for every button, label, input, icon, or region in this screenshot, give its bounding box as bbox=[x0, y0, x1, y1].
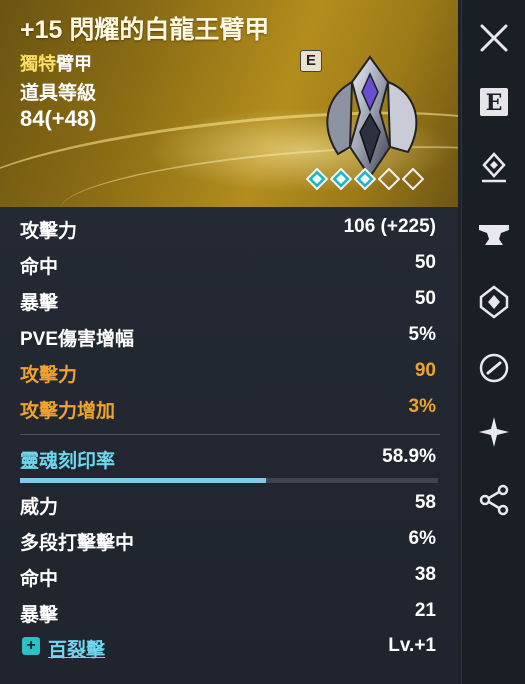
star-burst-icon bbox=[479, 417, 509, 447]
stat-label: 暴擊 bbox=[20, 293, 59, 314]
stat-row: 暴擊 50 bbox=[0, 282, 458, 318]
soul-stats-list: 威力 58 多段打擊擊中 6% 命中 38 暴擊 21 bbox=[0, 486, 458, 630]
stat-value: 38 bbox=[414, 564, 436, 585]
stat-value: 3% bbox=[408, 396, 436, 417]
item-tooltip-panel: +15 閃耀的白龍王臂甲 獨特臂甲 道具等級 84(+48) E 攻擊力 106 … bbox=[0, 0, 458, 684]
stat-label: 威力 bbox=[20, 497, 59, 518]
stat-value: 21 bbox=[414, 600, 436, 621]
soul-engrave-label: 靈魂刻印率 bbox=[20, 451, 116, 472]
base-stats-list: 攻擊力 106 (+225) 命中 50 暴擊 50 PVE傷害增幅 5% 攻擊力 90 攻擊力增加… bbox=[0, 210, 458, 426]
stats-divider bbox=[20, 434, 440, 435]
star-enhance-button[interactable] bbox=[474, 412, 514, 452]
stat-label: 命中 bbox=[20, 257, 59, 278]
stat-value: 50 bbox=[414, 288, 436, 309]
item-level-value: 84(+48) bbox=[20, 106, 97, 131]
stat-value: 50 bbox=[414, 252, 436, 273]
stat-label: 多段打擊擊中 bbox=[20, 533, 135, 554]
item-rarity: 獨特臂甲 bbox=[20, 50, 92, 76]
stat-value: 90 bbox=[414, 360, 436, 381]
transcend-button[interactable] bbox=[474, 282, 514, 322]
soul-engrave-value: 58.9% bbox=[382, 446, 436, 467]
stat-row: PVE傷害增幅 5% bbox=[0, 318, 458, 354]
rarity-grade: 獨特 bbox=[20, 54, 56, 74]
star-empty-icon bbox=[402, 168, 424, 190]
item-header: +15 閃耀的白龍王臂甲 獨特臂甲 道具等級 84(+48) E bbox=[0, 0, 458, 207]
share-icon bbox=[479, 484, 509, 516]
gem-upgrade-icon bbox=[482, 152, 506, 183]
anvil-button[interactable] bbox=[474, 214, 514, 254]
stat-row: 命中 50 bbox=[0, 246, 458, 282]
stat-row: 命中 38 bbox=[0, 558, 458, 594]
equip-e-icon: E bbox=[480, 88, 508, 116]
soul-engrave-bar-fill bbox=[20, 478, 267, 483]
stat-label: 暴擊 bbox=[20, 605, 59, 626]
share-button[interactable] bbox=[474, 480, 514, 520]
stat-value: 6% bbox=[408, 528, 436, 549]
star-filled-icon bbox=[354, 168, 376, 190]
stat-row: 暴擊 21 bbox=[0, 594, 458, 630]
skill-row[interactable]: + 百裂擊 Lv.+1 bbox=[0, 629, 458, 665]
close-icon bbox=[480, 24, 508, 52]
stat-row: 威力 58 bbox=[0, 486, 458, 522]
skill-level: Lv.+1 bbox=[388, 635, 436, 656]
stat-label: 攻擊力 bbox=[20, 365, 78, 386]
action-sidebar: E bbox=[461, 0, 525, 684]
gem-upgrade-button[interactable] bbox=[474, 148, 514, 188]
close-button[interactable] bbox=[474, 18, 514, 58]
soul-engrave-row: 靈魂刻印率 58.9% bbox=[0, 440, 458, 476]
stat-value: 106 (+225) bbox=[343, 216, 436, 237]
stat-label: 命中 bbox=[20, 569, 59, 590]
equip-badge-letter: E bbox=[486, 90, 503, 116]
stat-label: 攻擊力 bbox=[20, 221, 78, 242]
star-filled-icon bbox=[330, 168, 352, 190]
enhancement-stars bbox=[306, 168, 424, 190]
stat-value: 5% bbox=[408, 324, 436, 345]
soul-engrave-bar bbox=[20, 478, 438, 483]
stat-value: 58 bbox=[414, 492, 436, 513]
link-circle-icon bbox=[479, 353, 509, 383]
equip-button[interactable]: E bbox=[474, 82, 514, 122]
stat-row: 攻擊力 106 (+225) bbox=[0, 210, 458, 246]
stat-row: 攻擊力增加 3% bbox=[0, 390, 458, 426]
item-title: +15 閃耀的白龍王臂甲 bbox=[20, 16, 270, 44]
stat-row: 攻擊力 90 bbox=[0, 354, 458, 390]
plus-icon: + bbox=[22, 637, 40, 655]
armguard-item-icon bbox=[326, 55, 418, 179]
stat-label: PVE傷害增幅 bbox=[20, 329, 135, 350]
skill-name-link[interactable]: 百裂擊 bbox=[48, 635, 105, 662]
star-empty-icon bbox=[378, 168, 400, 190]
item-slot: 臂甲 bbox=[56, 54, 92, 74]
stat-row: 多段打擊擊中 6% bbox=[0, 522, 458, 558]
star-filled-icon bbox=[306, 168, 328, 190]
anvil-icon bbox=[479, 225, 509, 245]
stat-label: 攻擊力增加 bbox=[20, 401, 116, 422]
soul-link-button[interactable] bbox=[474, 348, 514, 388]
diamond-shield-icon bbox=[479, 285, 509, 319]
item-level-label: 道具等級 bbox=[20, 83, 97, 104]
